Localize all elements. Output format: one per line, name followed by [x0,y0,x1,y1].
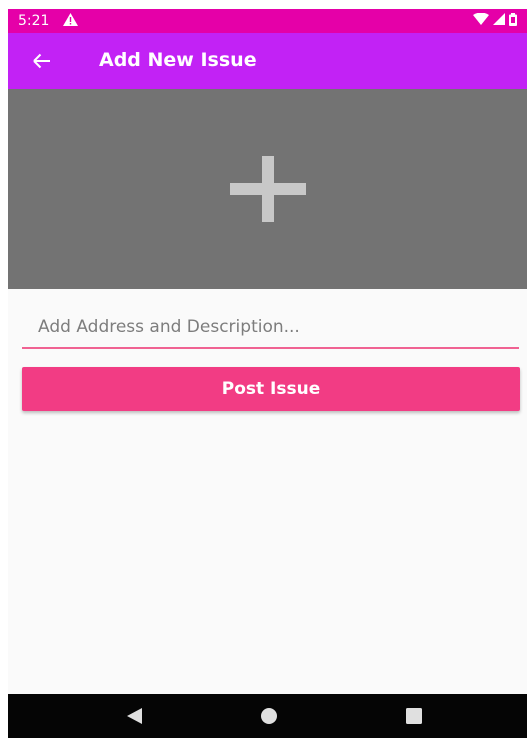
signal-icon [493,13,505,29]
description-field-container [22,309,519,349]
back-triangle-icon[interactable] [122,706,146,726]
warning-icon [63,13,78,30]
page-title: Add New Issue [99,49,257,71]
arrow-left-icon[interactable] [26,45,58,77]
wifi-icon [473,12,489,29]
description-input[interactable] [22,309,519,345]
home-circle-icon[interactable] [257,706,281,726]
recents-square-icon[interactable] [402,706,426,726]
battery-icon [509,12,517,30]
status-bar: 5:21 [8,9,527,33]
status-icons [473,12,517,30]
status-time: 5:21 [18,13,50,29]
plus-icon [229,156,306,222]
app-screen: 5:21 Add New Issue Add Address and Descr… [8,9,527,738]
app-bar: Add New Issue [8,33,527,89]
navigation-bar [8,694,527,738]
add-image-button[interactable] [8,89,527,289]
post-issue-button[interactable]: Post Issue [22,367,520,411]
